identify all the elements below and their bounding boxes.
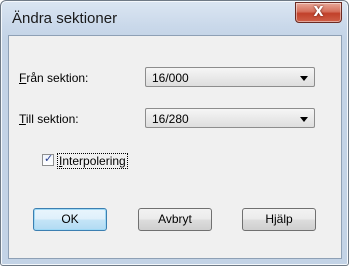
close-icon: X — [313, 5, 324, 20]
from-section-label-text: rån sektion: — [26, 71, 89, 85]
chevron-down-icon — [300, 117, 308, 122]
interpolation-checkbox[interactable]: ✓ — [42, 152, 54, 166]
to-section-select[interactable]: 16/280 — [145, 108, 315, 128]
interpolation-label[interactable]: Interpolering — [57, 153, 128, 169]
chevron-down-icon — [300, 76, 308, 81]
from-section-select[interactable]: 16/000 — [145, 67, 315, 87]
help-button[interactable]: Hjälp — [242, 208, 316, 231]
from-section-label: Från sektion: — [19, 71, 88, 85]
dialog-window: Ändra sektioner X Från sektion: 16/000 T… — [0, 0, 349, 266]
ok-button[interactable]: OK — [33, 208, 107, 231]
cancel-button[interactable]: Avbryt — [138, 208, 212, 231]
dialog-body: Från sektion: 16/000 Till sektion: 16/28… — [8, 35, 342, 259]
interpolation-label-text: nterpolering — [62, 154, 126, 168]
checkmark-icon: ✓ — [44, 152, 54, 165]
title-bar[interactable]: Ändra sektioner X — [1, 1, 348, 35]
to-section-label-accelerator: T — [19, 112, 26, 126]
to-section-label-text: ill sektion: — [25, 112, 79, 126]
close-button[interactable]: X — [295, 2, 342, 23]
window-title: Ändra sektioner — [12, 10, 118, 27]
to-section-label: Till sektion: — [19, 112, 79, 126]
to-section-value: 16/280 — [152, 112, 189, 126]
from-section-value: 16/000 — [152, 71, 189, 85]
